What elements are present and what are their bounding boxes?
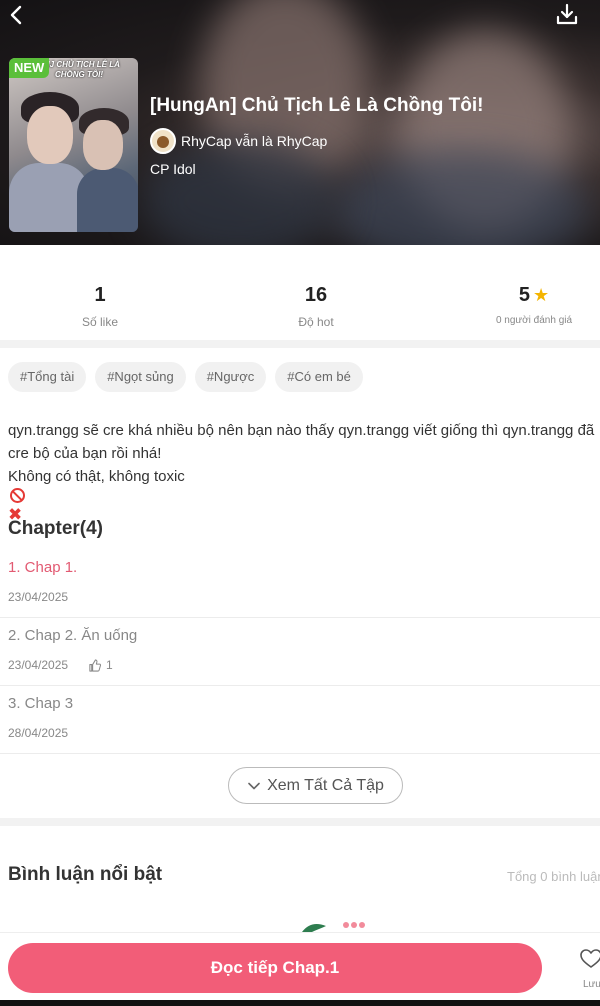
see-all-label: Xem Tất Cả Tập — [267, 776, 384, 794]
cover-figure — [83, 120, 123, 170]
stat-rating[interactable]: 5 ★ 0 người đánh giá — [480, 283, 588, 326]
tag-chip[interactable]: #Có em bé — [275, 362, 363, 392]
story-title: [HungAn] Chủ Tịch Lê Là Chồng Tôi! — [150, 95, 484, 116]
stat-hot: 16 Độ hot — [276, 283, 356, 329]
chapter-date: 23/04/2025 — [8, 590, 69, 604]
story-header: ANJ CHỦ TỊCH LÊ LÀ CHỒNG TÔI! NEW [HungA… — [0, 0, 600, 245]
tag-list: #Tổng tài #Ngọt sủng #Ngược #Có em bé — [8, 362, 363, 392]
description-line: cre bộ của bạn rồi nhá! — [8, 445, 162, 462]
no-entry-icon — [10, 488, 25, 503]
chapter-name[interactable]: 1. Chap 1. — [8, 559, 77, 576]
author-name[interactable]: RhyCap vẫn là RhyCap — [181, 133, 327, 149]
bottom-action-bar: Đọc tiếp Chap.1 Lưu — [0, 932, 600, 1006]
stat-likes: 1 Số like — [60, 283, 140, 329]
cover-image[interactable]: ANJ CHỦ TỊCH LÊ LÀ CHỒNG TÔI! — [9, 58, 138, 232]
description-line: Không có thật, không toxic — [8, 468, 185, 485]
genre-label: CP Idol — [150, 161, 196, 177]
thumbs-up-icon — [89, 658, 101, 672]
stat-rating-row: 5 ★ — [480, 283, 588, 307]
chapter-like-count: 1 — [106, 658, 113, 672]
stat-hot-label: Độ hot — [298, 315, 334, 329]
section-divider — [0, 340, 600, 348]
tag-chip[interactable]: #Tổng tài — [8, 362, 87, 392]
chapter-row[interactable]: 1. Chap 1. 23/04/2025 — [0, 550, 600, 618]
comments-heading: Bình luận nổi bật — [8, 864, 163, 885]
cover-figure — [77, 168, 138, 232]
cover-figure — [27, 106, 73, 164]
new-badge: NEW — [9, 58, 50, 78]
chapter-date: 28/04/2025 — [8, 726, 69, 740]
stat-likes-value: 1 — [94, 284, 106, 306]
empty-comments-illustration — [302, 918, 372, 932]
stats-bar: 1 Số like 16 Độ hot 5 ★ 0 người đánh giá — [0, 245, 600, 340]
author-row[interactable]: RhyCap vẫn là RhyCap — [150, 128, 327, 154]
chevron-down-icon — [248, 782, 260, 789]
screen-edge — [0, 1000, 600, 1006]
star-icon: ★ — [532, 285, 550, 305]
avatar[interactable] — [150, 128, 176, 154]
continue-reading-button[interactable]: Đọc tiếp Chap.1 — [8, 943, 542, 993]
back-icon[interactable] — [6, 4, 28, 26]
comments-count[interactable]: Tổng 0 bình luận — [507, 869, 600, 884]
chapter-heading: Chapter(4) — [8, 518, 104, 539]
stat-rating-value: 5 — [518, 284, 530, 306]
chapter-likes: 1 — [88, 658, 113, 672]
chapter-row[interactable]: 2. Chap 2. Ăn uống 23/04/2025 1 — [0, 618, 600, 686]
chapter-date: 23/04/2025 — [8, 658, 69, 672]
chapter-row[interactable]: 3. Chap 3 28/04/2025 — [0, 686, 600, 754]
save-label[interactable]: Lưu — [583, 979, 600, 990]
chapter-name[interactable]: 3. Chap 3 — [8, 695, 73, 712]
story-description: qyn.trangg sẽ cre khá nhiều bộ nên bạn n… — [8, 419, 600, 526]
heart-plus-icon[interactable] — [580, 949, 600, 969]
tag-chip[interactable]: #Ngược — [194, 362, 267, 392]
description-line-3: Không có thật, không toxic ✖ — [8, 465, 600, 526]
stat-likes-label: Số like — [81, 315, 119, 329]
description-line: qyn.trangg sẽ cre khá nhiều bộ nên bạn n… — [8, 422, 595, 439]
see-all-chapters-button[interactable]: Xem Tất Cả Tập — [228, 767, 403, 804]
section-divider — [0, 818, 600, 826]
stat-rating-label: 0 người đánh giá — [495, 315, 573, 326]
stat-hot-value: 16 — [304, 284, 328, 306]
tag-chip[interactable]: #Ngọt sủng — [95, 362, 186, 392]
chapter-name[interactable]: 2. Chap 2. Ăn uống — [8, 627, 137, 644]
download-icon[interactable] — [554, 2, 580, 28]
